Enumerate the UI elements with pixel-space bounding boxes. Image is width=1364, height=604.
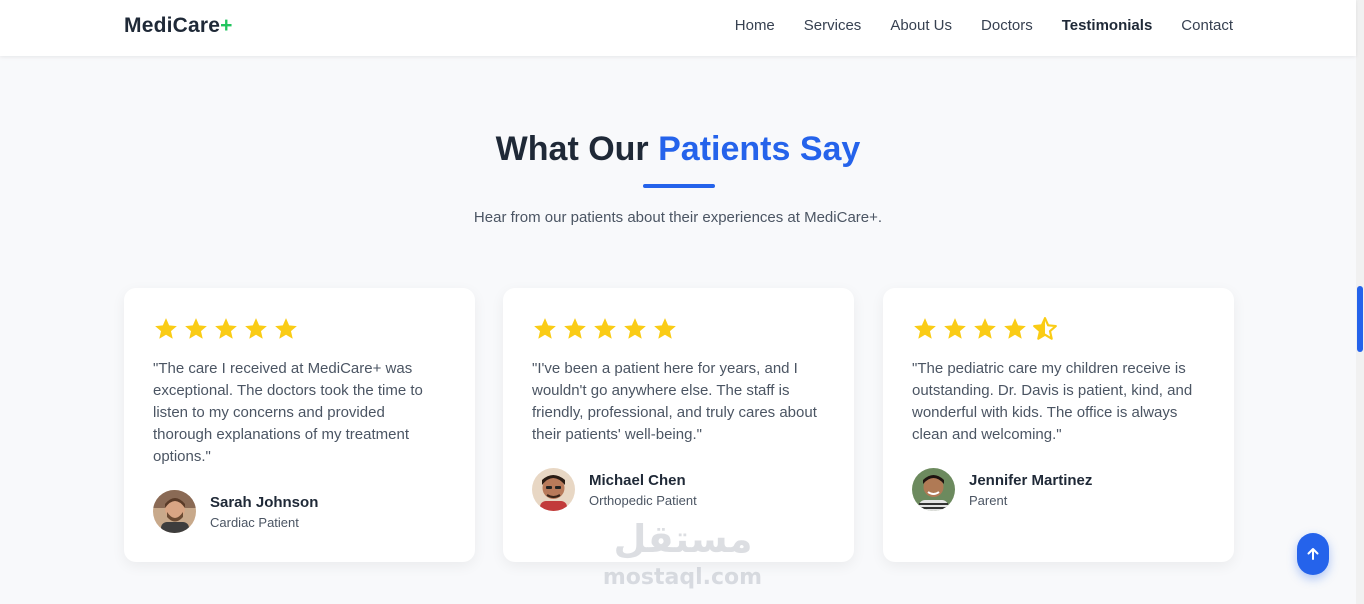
author-name: Sarah Johnson xyxy=(210,493,319,511)
logo[interactable]: MediCare+ xyxy=(124,14,233,38)
author-role: Cardiac Patient xyxy=(210,514,299,530)
testimonial-author: Sarah Johnson Cardiac Patient xyxy=(153,490,318,533)
scrollbar-thumb[interactable] xyxy=(1357,286,1363,352)
nav-link-doctors[interactable]: Doctors xyxy=(981,17,1033,34)
avatar xyxy=(153,490,196,533)
star-icon xyxy=(155,318,177,339)
author-role: Orthopedic Patient xyxy=(589,492,697,508)
watermark-text: mostaql.com xyxy=(602,565,763,590)
testimonial-quote: "The pediatric care my children receive … xyxy=(912,360,1193,443)
avatar xyxy=(912,468,955,511)
avatar xyxy=(532,468,575,511)
star-icon xyxy=(974,318,996,339)
section-title-prefix: What Our xyxy=(495,130,659,168)
star-icon xyxy=(275,318,297,339)
star-icon xyxy=(564,318,586,339)
star-icon xyxy=(594,318,616,339)
half-star-icon xyxy=(1033,317,1057,340)
scrollbar-track[interactable] xyxy=(1356,0,1364,604)
nav-links: Home Services About Us Doctors Testimoni… xyxy=(735,17,1233,34)
testimonial-author: Jennifer Martinez Parent xyxy=(912,468,1092,511)
star-rating xyxy=(912,316,1205,344)
star-icon xyxy=(534,318,556,339)
star-rating xyxy=(153,316,446,344)
logo-text: MediCare xyxy=(124,14,221,37)
star-icon xyxy=(245,318,267,339)
arrow-up-icon xyxy=(1307,548,1319,560)
star-icon xyxy=(654,318,676,339)
section-subtitle: Hear from our patients about their exper… xyxy=(473,209,883,226)
star-icon xyxy=(624,318,646,339)
logo-plus: + xyxy=(220,14,233,37)
navbar: MediCare+ Home Services About Us Doctors… xyxy=(0,0,1356,56)
author-name: Michael Chen xyxy=(589,471,686,489)
star-icon xyxy=(215,318,237,339)
section-title-accent: Patients Say xyxy=(658,130,861,168)
star-icon xyxy=(944,318,966,339)
star-icon xyxy=(1004,318,1026,339)
nav-link-contact[interactable]: Contact xyxy=(1181,17,1233,34)
testimonial-card: "The care I received at MediCare+ was ex… xyxy=(124,288,475,562)
nav-link-about-us[interactable]: About Us xyxy=(890,17,952,34)
testimonial-card: "I've been a patient here for years, and… xyxy=(503,288,854,562)
back-to-top-button[interactable] xyxy=(1297,533,1329,575)
testimonial-card: "The pediatric care my children receive … xyxy=(883,288,1234,562)
author-name: Jennifer Martinez xyxy=(969,471,1093,489)
testimonial-quote: "I've been a patient here for years, and… xyxy=(532,360,817,443)
author-role: Parent xyxy=(969,492,1008,508)
testimonial-author: Michael Chen Orthopedic Patient xyxy=(532,468,697,511)
nav-link-services[interactable]: Services xyxy=(804,17,862,34)
star-icon xyxy=(914,318,936,339)
testimonial-quote: "The care I received at MediCare+ was ex… xyxy=(153,360,423,465)
star-rating xyxy=(532,316,825,344)
star-icon xyxy=(185,318,207,339)
section-title: What Our Patients Say xyxy=(0,130,1356,169)
nav-link-home[interactable]: Home xyxy=(735,17,775,34)
nav-link-testimonials[interactable]: Testimonials xyxy=(1062,17,1153,34)
title-underline xyxy=(643,184,715,188)
